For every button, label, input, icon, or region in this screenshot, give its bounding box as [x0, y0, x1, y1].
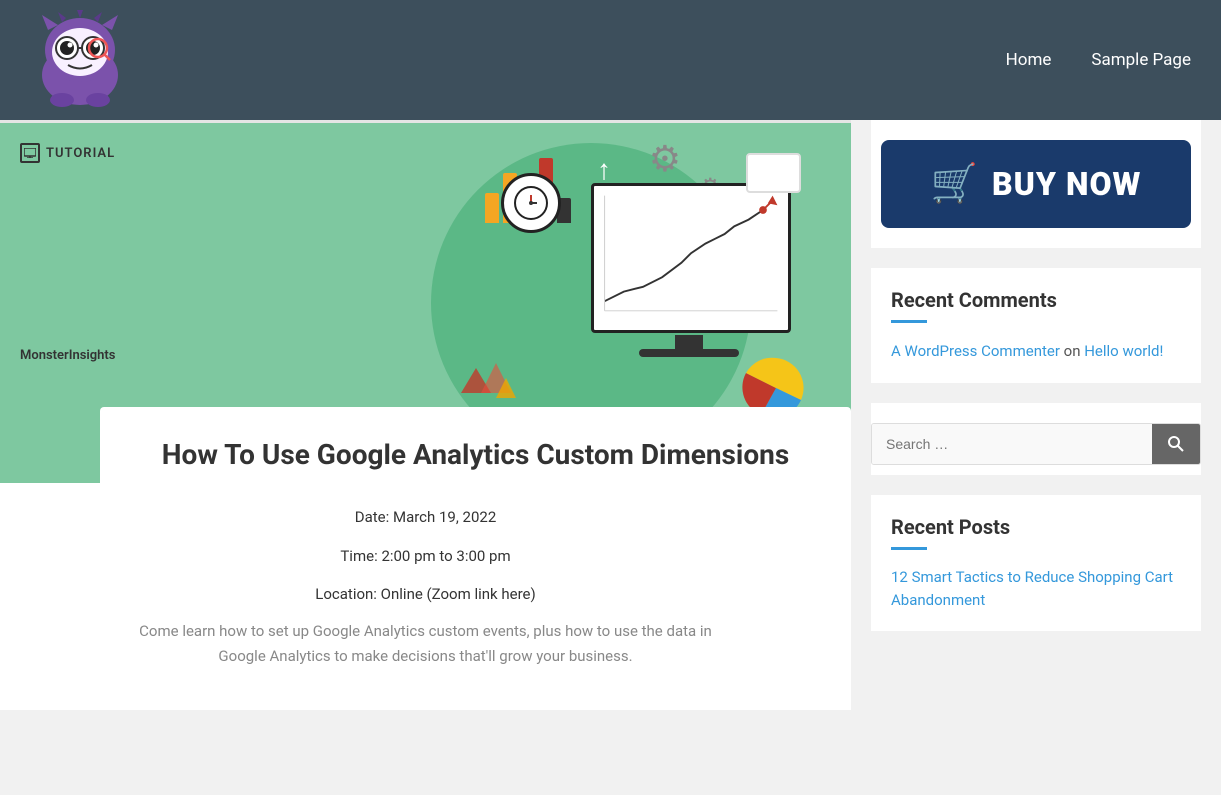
- nav-sample-page[interactable]: Sample Page: [1091, 50, 1191, 70]
- site-nav: Home Sample Page: [1006, 50, 1191, 70]
- tutorial-label: TUTORIAL: [46, 146, 115, 161]
- article-card-overlay: How To Use Google Analytics Custom Dimen…: [100, 407, 851, 483]
- search-widget: [871, 403, 1201, 475]
- nav-home[interactable]: Home: [1006, 50, 1052, 70]
- recent-posts-widget: Recent Posts 12 Smart Tactics to Reduce …: [871, 495, 1201, 631]
- comment-connector: on: [1064, 342, 1085, 360]
- shopping-cart-icon: 🛒: [931, 162, 978, 206]
- location-value: Online (Zoom link here): [381, 585, 536, 603]
- comment-author-link[interactable]: A WordPress Commenter: [891, 342, 1060, 360]
- posts-title-underline: [891, 547, 927, 550]
- buy-now-button[interactable]: 🛒 BUY NOW: [881, 140, 1191, 228]
- monitor-display-icon: [591, 183, 791, 333]
- overlay-article-title: How To Use Google Analytics Custom Dimen…: [130, 437, 821, 473]
- site-logo: [30, 10, 130, 110]
- site-content: TUTORIAL ⚙ ⚙ ↑: [0, 120, 1221, 710]
- sidebar: 🛒 BUY NOW Recent Comments A WordPress Co…: [851, 120, 1221, 710]
- comment-post-link[interactable]: Hello world!: [1084, 342, 1163, 360]
- article-excerpt: Come learn how to set up Google Analytic…: [126, 619, 726, 670]
- triangle-decorations: [461, 343, 521, 403]
- time-value: 2:00 pm to 3:00 pm: [381, 547, 510, 565]
- title-underline: [891, 320, 927, 323]
- hero-tutorial-badge: TUTORIAL: [20, 143, 115, 163]
- article-date: Date: March 19, 2022: [40, 503, 811, 532]
- time-label: Time:: [340, 547, 377, 565]
- recent-post-link[interactable]: 12 Smart Tactics to Reduce Shopping Cart…: [891, 568, 1173, 609]
- article-location: Location: Online (Zoom link here): [40, 580, 811, 609]
- date-label: Date:: [355, 508, 390, 526]
- hero-brand-name: MonsterInsights: [20, 348, 115, 363]
- article-body: Date: March 19, 2022 Time: 2:00 pm to 3:…: [0, 483, 851, 710]
- buy-now-label: BUY NOW: [992, 165, 1141, 203]
- location-label: Location:: [315, 585, 377, 603]
- recent-comments-widget: Recent Comments A WordPress Commenter on…: [871, 268, 1201, 383]
- monitor-base: [639, 349, 739, 357]
- search-form: [871, 423, 1201, 465]
- comment-item: A WordPress Commenter on Hello world!: [891, 339, 1181, 363]
- article-hero: TUTORIAL ⚙ ⚙ ↑: [0, 123, 851, 483]
- search-button[interactable]: [1152, 424, 1200, 464]
- buy-now-widget: 🛒 BUY NOW: [871, 120, 1201, 248]
- date-value: March 19, 2022: [393, 508, 496, 526]
- search-icon: [1168, 436, 1184, 452]
- search-input[interactable]: [872, 424, 1152, 464]
- site-header: Home Sample Page: [0, 0, 1221, 120]
- monitor-small-icon: [20, 143, 40, 163]
- speech-bubble-icon: [746, 153, 801, 193]
- recent-posts-title: Recent Posts: [891, 515, 1181, 539]
- clock-icon: [501, 173, 561, 233]
- main-content: TUTORIAL ⚙ ⚙ ↑: [0, 120, 851, 710]
- recent-comments-title: Recent Comments: [891, 288, 1181, 312]
- arrow-up-icon: ↑: [597, 153, 611, 186]
- logo-monster-icon: [30, 10, 130, 110]
- article-time: Time: 2:00 pm to 3:00 pm: [40, 542, 811, 571]
- gear-large-icon: ⚙: [649, 138, 681, 180]
